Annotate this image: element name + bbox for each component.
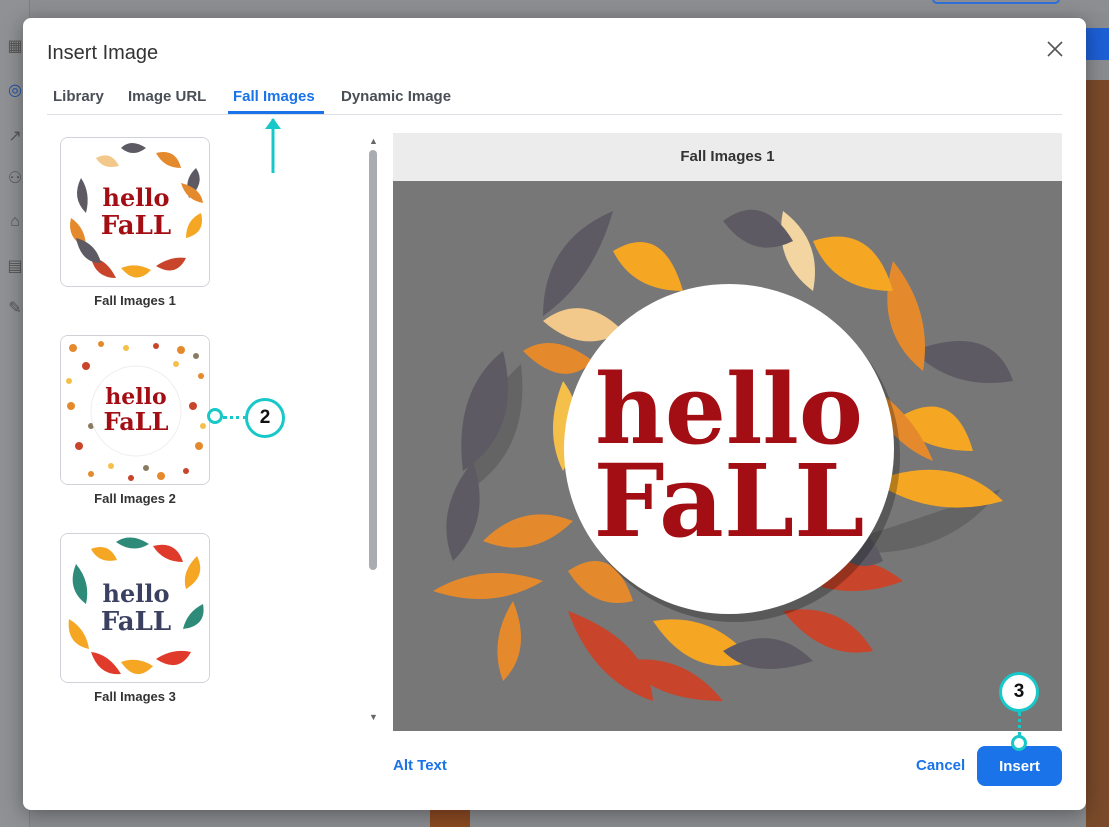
scattered-leaves-image: hello FaLL bbox=[61, 336, 209, 484]
callout-step-3: 3 bbox=[999, 672, 1039, 712]
arrow-icon: ↗ bbox=[8, 128, 22, 145]
thumbnail-fall-images-2[interactable]: hello FaLL Fall Images 2 bbox=[60, 335, 210, 506]
callout-connector bbox=[1018, 712, 1021, 736]
tab-fall-images[interactable]: Fall Images bbox=[233, 88, 315, 105]
scroll-up-arrow-icon[interactable]: ▲ bbox=[369, 136, 378, 146]
thumbnail-scrollbar[interactable]: ▲ ▼ bbox=[366, 135, 380, 725]
wrench-icon: ✎ bbox=[8, 300, 22, 317]
image-thumbnail-list: hello FaLL Fall Images 1 hello FaLL Fall… bbox=[47, 135, 381, 725]
close-icon bbox=[1047, 41, 1063, 57]
thumbnail-fall-images-1[interactable]: hello FaLL Fall Images 1 bbox=[60, 137, 210, 308]
cancel-button[interactable]: Cancel bbox=[916, 757, 965, 774]
active-tab-indicator bbox=[228, 111, 324, 114]
svg-text:hello: hello bbox=[103, 183, 170, 212]
background-image-strip bbox=[430, 808, 470, 827]
insert-button[interactable]: Insert bbox=[977, 746, 1062, 786]
svg-text:hello: hello bbox=[103, 579, 170, 608]
thumbnail-image: hello FaLL bbox=[60, 533, 210, 683]
background-panel bbox=[1086, 80, 1109, 827]
callout-arrow-up-icon bbox=[265, 118, 281, 173]
callout-connector bbox=[223, 416, 247, 419]
store-icon: ▤ bbox=[7, 258, 23, 275]
grid-icon: ▦ bbox=[7, 38, 23, 55]
image-preview: Fall Images 1 hello FaLL bbox=[393, 133, 1062, 731]
tab-library[interactable]: Library bbox=[53, 88, 104, 105]
people-icon: ⚇ bbox=[7, 170, 23, 187]
preview-image-area: hello FaLL bbox=[393, 181, 1062, 731]
target-icon: ◎ bbox=[8, 82, 22, 99]
svg-text:FaLL: FaLL bbox=[594, 442, 865, 560]
callout-dot bbox=[207, 408, 223, 424]
svg-text:FaLL: FaLL bbox=[101, 607, 171, 637]
thumbnail-label: Fall Images 1 bbox=[94, 293, 176, 308]
scroll-down-arrow-icon[interactable]: ▼ bbox=[369, 712, 378, 722]
wreath-image: hello FaLL bbox=[61, 138, 209, 286]
svg-text:FaLL: FaLL bbox=[101, 211, 171, 241]
preview-image: hello FaLL bbox=[393, 181, 1062, 731]
tab-dynamic-image[interactable]: Dynamic Image bbox=[341, 88, 451, 105]
wreath-image: hello FaLL bbox=[61, 534, 209, 682]
thumbnail-image: hello FaLL bbox=[60, 335, 210, 485]
dialog-title: Insert Image bbox=[47, 42, 159, 64]
svg-text:FaLL: FaLL bbox=[103, 407, 168, 436]
building-icon: ⌂ bbox=[10, 213, 20, 230]
scrollbar-thumb[interactable] bbox=[369, 150, 377, 570]
thumbnail-image: hello FaLL bbox=[60, 137, 210, 287]
thumbnail-label: Fall Images 3 bbox=[94, 689, 176, 704]
callout-step-2: 2 bbox=[245, 398, 285, 438]
insert-image-dialog: Insert Image Library Image URL Fall Imag… bbox=[23, 18, 1086, 810]
close-button[interactable] bbox=[1045, 39, 1065, 59]
callout-dot bbox=[1011, 735, 1027, 751]
background-button bbox=[932, 0, 1060, 4]
thumbnail-label: Fall Images 2 bbox=[94, 491, 176, 506]
tab-bar: Library Image URL Fall Images Dynamic Im… bbox=[47, 80, 1062, 115]
alt-text-link[interactable]: Alt Text bbox=[393, 757, 447, 774]
tab-image-url[interactable]: Image URL bbox=[128, 88, 206, 105]
thumbnail-fall-images-3[interactable]: hello FaLL Fall Images 3 bbox=[60, 533, 210, 704]
preview-title: Fall Images 1 bbox=[393, 133, 1062, 181]
